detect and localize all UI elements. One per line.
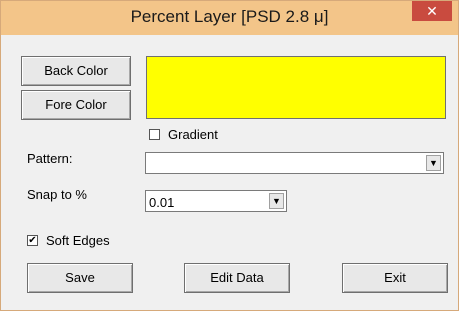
pattern-dropdown[interactable]: ▼ xyxy=(145,152,444,174)
soft-edges-checkbox-row[interactable]: ✔ Soft Edges xyxy=(27,233,110,248)
window-title: Percent Layer [PSD 2.8 μ] xyxy=(130,7,329,26)
chevron-down-icon[interactable]: ▼ xyxy=(269,193,284,209)
close-icon: ✕ xyxy=(426,3,438,19)
percent-layer-dialog: Percent Layer [PSD 2.8 μ] ✕ Back Color F… xyxy=(0,0,459,311)
edit-data-button[interactable]: Edit Data xyxy=(184,263,290,293)
snap-dropdown[interactable]: 0.01 ▼ xyxy=(145,190,287,212)
exit-button[interactable]: Exit xyxy=(342,263,448,293)
fore-color-button[interactable]: Fore Color xyxy=(21,90,131,120)
gradient-label: Gradient xyxy=(168,127,218,142)
dialog-body: Back Color Fore Color Gradient Pattern: … xyxy=(9,41,450,305)
gradient-checkbox-row[interactable]: Gradient xyxy=(149,127,218,142)
title-bar[interactable]: Percent Layer [PSD 2.8 μ] ✕ xyxy=(1,1,458,35)
snap-label: Snap to % xyxy=(27,187,87,202)
back-color-button[interactable]: Back Color xyxy=(21,56,131,86)
close-button[interactable]: ✕ xyxy=(412,1,452,21)
soft-edges-checkbox[interactable]: ✔ xyxy=(27,235,38,246)
save-button[interactable]: Save xyxy=(27,263,133,293)
pattern-label: Pattern: xyxy=(27,151,73,166)
color-preview xyxy=(146,56,446,119)
snap-value: 0.01 xyxy=(149,195,175,210)
gradient-checkbox[interactable] xyxy=(149,129,160,140)
check-icon: ✔ xyxy=(28,235,37,246)
chevron-down-icon[interactable]: ▼ xyxy=(426,155,441,171)
soft-edges-label: Soft Edges xyxy=(46,233,110,248)
